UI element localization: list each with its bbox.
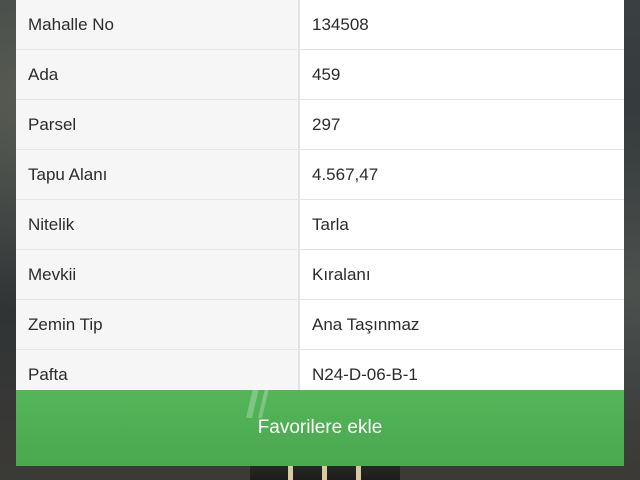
row-value: Ana Taşınmaz	[300, 300, 624, 349]
table-row: Zemin Tip Ana Taşınmaz	[16, 300, 624, 350]
table-row: Nitelik Tarla	[16, 200, 624, 250]
road-marking	[322, 466, 327, 480]
row-value: 4.567,47	[300, 150, 624, 199]
table-row: Parsel 297	[16, 100, 624, 150]
row-value: Tarla	[300, 200, 624, 249]
table-row: Tapu Alanı 4.567,47	[16, 150, 624, 200]
watermark-logo	[246, 384, 270, 418]
row-label: Mevkii	[16, 250, 300, 299]
row-value: 459	[300, 50, 624, 99]
table-row: Ada 459	[16, 50, 624, 100]
row-label: Ada	[16, 50, 300, 99]
row-value: 297	[300, 100, 624, 149]
add-to-favorites-button[interactable]: Favorilere ekle	[16, 390, 624, 466]
parcel-info-card: Mahalle No 134508 Ada 459 Parsel 297 Tap…	[16, 0, 624, 466]
table-row: Mahalle No 134508	[16, 0, 624, 50]
table-row: Mevkii Kıralanı	[16, 250, 624, 300]
row-value: 134508	[300, 0, 624, 49]
road-marking	[356, 466, 361, 480]
row-label: Parsel	[16, 100, 300, 149]
road-marking	[288, 466, 293, 480]
row-value: Kıralanı	[300, 250, 624, 299]
row-label: Tapu Alanı	[16, 150, 300, 199]
row-label: Mahalle No	[16, 0, 300, 49]
row-label: Nitelik	[16, 200, 300, 249]
row-label: Zemin Tip	[16, 300, 300, 349]
